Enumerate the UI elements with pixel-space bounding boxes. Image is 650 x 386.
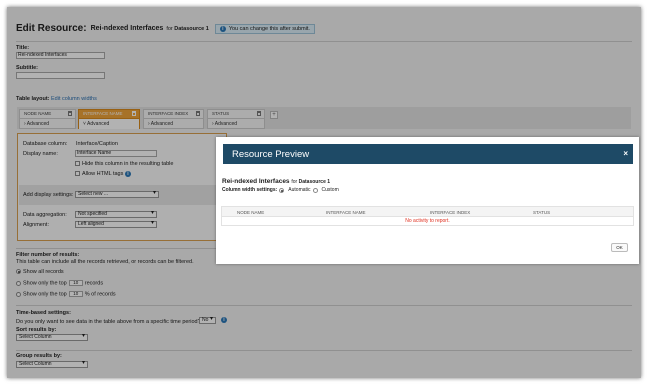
- resource-preview-modal: Resource Preview × Rei-ndexed Interfaces…: [216, 137, 639, 264]
- modal-header: Resource Preview ×: [223, 144, 633, 164]
- preview-resource-title: Rei-ndexed Interfaces for Datasource 1: [222, 178, 330, 185]
- radio-custom[interactable]: [312, 187, 318, 193]
- close-icon[interactable]: ×: [623, 149, 628, 158]
- custom-label: Custom: [321, 187, 339, 193]
- window-frame: Edit Resource: Rei-ndexed Interfaces for…: [7, 7, 641, 378]
- header-interface-name: INTERFACE NAME: [326, 210, 366, 215]
- header-interface-index: INTERFACE INDEX: [430, 210, 471, 215]
- empty-message: No activity to report.: [405, 218, 450, 224]
- preview-table-header: NODE NAME INTERFACE NAME INTERFACE INDEX…: [222, 207, 633, 217]
- automatic-label: Automatic: [288, 187, 311, 193]
- datasource-name: Datasource 1: [298, 179, 331, 185]
- modal-title: Resource Preview: [232, 149, 310, 160]
- preview-datasource: for Datasource 1: [291, 179, 330, 185]
- ok-button[interactable]: OK: [611, 243, 628, 252]
- header-node-name: NODE NAME: [237, 210, 265, 215]
- column-width-settings: Column width settings: Automatic Custom: [222, 187, 339, 193]
- column-width-label: Column width settings:: [222, 187, 278, 193]
- header-status: STATUS: [533, 210, 551, 215]
- radio-automatic[interactable]: [279, 187, 285, 193]
- preview-resource-name: Rei-ndexed Interfaces: [222, 178, 290, 185]
- preview-table: NODE NAME INTERFACE NAME INTERFACE INDEX…: [221, 206, 634, 226]
- for-text: for: [291, 179, 298, 185]
